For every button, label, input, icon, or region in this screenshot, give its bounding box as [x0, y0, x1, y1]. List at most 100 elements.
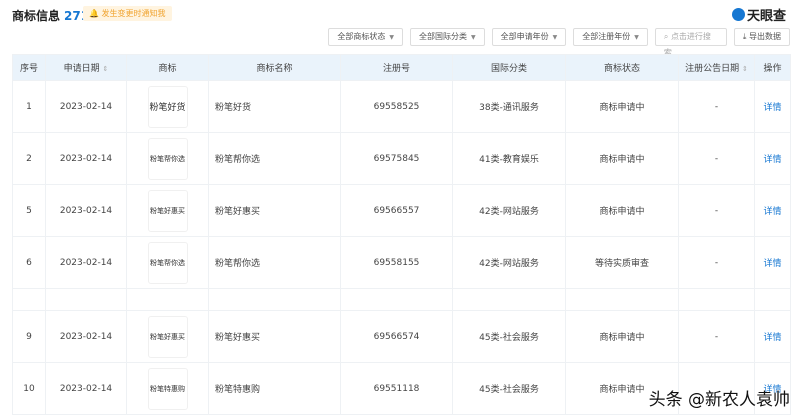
export-button[interactable]: ⤓ 导出数据: [733, 28, 790, 46]
trademark-table: 序号 申请日期 ⇕ 商标 商标名称 注册号 国际分类 商标状态 注册公告日期 ⇕…: [12, 54, 791, 415]
cell-empty: [452, 288, 566, 311]
page-title: 商标信息 271: [12, 7, 89, 24]
cell-no: 10: [12, 362, 46, 415]
cell-pub-date: -: [678, 310, 755, 363]
reg-year-label: 全部注册年份: [582, 32, 631, 41]
cell-empty: [565, 288, 679, 311]
cell-date: 2023-02-14: [45, 236, 127, 289]
cell-pub-date: -: [678, 80, 755, 133]
cell-class: 45类-社会服务: [452, 310, 566, 363]
cell-empty: [126, 288, 209, 311]
logo-icon: [731, 8, 745, 21]
status-filter-label: 全部商标状态: [337, 32, 386, 41]
cell-logo: 粉笔帮你选: [126, 132, 209, 185]
cell-pub-date: -: [678, 236, 755, 289]
status-filter-dropdown[interactable]: 全部商标状态 ▼: [328, 28, 404, 46]
cell-status: 商标申请中: [565, 80, 679, 133]
cell-action: 详情: [754, 184, 791, 237]
col-pub-date[interactable]: 注册公告日期 ⇕: [678, 54, 755, 81]
table-row: 5 2023-02-14 粉笔好惠买 粉笔好惠买 69566557 42类-网站服务 商标申…: [12, 184, 791, 237]
col-action: 操作: [754, 54, 791, 81]
cell-name: 粉笔帮你选: [208, 132, 341, 185]
cell-status: 商标申请中: [565, 184, 679, 237]
cell-date: 2023-02-14: [45, 362, 127, 415]
cell-empty: [678, 288, 755, 311]
notify-me-button[interactable]: 🔔 发生变更时通知我: [83, 6, 172, 21]
cell-action: 详情: [754, 310, 791, 363]
cell-action: 详情: [754, 236, 791, 289]
detail-link[interactable]: 详情: [763, 259, 781, 269]
cell-class: 41类-教育娱乐: [452, 132, 566, 185]
trademark-image[interactable]: 粉笔好货: [147, 85, 188, 128]
filter-bar: 全部商标状态 ▼ 全部国际分类 ▼ 全部申请年份 ▼ 全部注册年份 ▼ ⌕ 点击进行搜索…: [328, 28, 790, 57]
cell-no: 9: [12, 310, 46, 363]
caret-down-icon: ▼: [634, 34, 639, 41]
col-intl-class: 国际分类: [452, 54, 566, 81]
trademark-image[interactable]: 粉笔好惠买: [147, 315, 188, 358]
export-label: 导出数据: [749, 32, 781, 41]
table-row: 1 2023-02-14 粉笔好货 粉笔好货 69558525 38类-通讯服务 商标申请中…: [12, 80, 791, 133]
bell-icon: 🔔: [89, 9, 99, 18]
intl-class-filter-dropdown[interactable]: 全部国际分类 ▼: [410, 28, 485, 46]
cell-name: 粉笔帮你选: [208, 236, 341, 289]
cell-action: 详情: [754, 80, 791, 133]
cell-action: 详情: [754, 132, 791, 185]
notify-label: 发生变更时通知我: [101, 9, 166, 18]
watermark: 头条 @新农人袁帅: [648, 390, 790, 410]
trademark-image[interactable]: 粉笔帮你选: [147, 241, 188, 284]
table-row-partial: [12, 288, 791, 311]
intl-filter-label: 全部国际分类: [419, 32, 468, 41]
detail-link[interactable]: 详情: [763, 207, 781, 217]
cell-name: 粉笔好惠买: [208, 184, 341, 237]
cell-pub-date: -: [678, 184, 755, 237]
cell-logo: 粉笔好货: [126, 80, 209, 133]
logo-text: 天眼查: [746, 9, 786, 24]
col-reg-no: 注册号: [340, 54, 453, 81]
reg-year-filter-dropdown[interactable]: 全部注册年份 ▼: [573, 28, 648, 46]
detail-link[interactable]: 详情: [763, 103, 781, 113]
cell-date: 2023-02-14: [45, 310, 127, 363]
caret-down-icon: ▼: [552, 34, 558, 41]
cell-reg-no: 69558525: [340, 80, 453, 133]
col-status: 商标状态: [565, 54, 679, 81]
col-label: 注册公告日期: [685, 64, 740, 74]
cell-no: 5: [12, 184, 46, 237]
tianyancha-logo: 天眼查: [731, 5, 786, 24]
cell-class: 42类-网站服务: [452, 184, 566, 237]
sort-icon: ⇕: [742, 65, 748, 73]
cell-empty: [208, 288, 341, 311]
sort-icon: ⇕: [102, 65, 109, 73]
cell-logo: 粉笔特惠购: [126, 362, 209, 415]
cell-empty: [754, 288, 791, 311]
caret-down-icon: ▼: [389, 34, 395, 41]
cell-date: 2023-02-14: [45, 80, 127, 133]
trademark-image[interactable]: 粉笔好惠买: [147, 189, 188, 232]
caret-down-icon: ▼: [471, 34, 476, 41]
cell-class: 42类-网站服务: [452, 236, 566, 289]
cell-name: 粉笔好货: [208, 80, 341, 133]
cell-class: 38类-通讯服务: [452, 80, 566, 133]
cell-empty: [340, 288, 453, 311]
table-row: 2 2023-02-14 粉笔帮你选 粉笔帮你选 69575845 41类-教育娱乐 商标申…: [12, 132, 791, 185]
cell-reg-no: 69558155: [340, 236, 453, 289]
cell-logo: 粉笔帮你选: [126, 236, 209, 289]
cell-class: 45类-社会服务: [452, 362, 566, 415]
trademark-image[interactable]: 粉笔特惠购: [147, 367, 188, 410]
detail-link[interactable]: 详情: [763, 155, 781, 165]
table-row: 9 2023-02-14 粉笔好惠买 粉笔好惠买 69566574 45类-社会服务 商标申…: [12, 310, 791, 363]
cell-name: 粉笔好惠买: [208, 310, 341, 363]
cell-reg-no: 69566574: [340, 310, 453, 363]
cell-reg-no: 69566557: [340, 184, 453, 237]
cell-reg-no: 69575845: [340, 132, 453, 185]
col-apply-date[interactable]: 申请日期 ⇕: [45, 54, 127, 81]
trademark-image[interactable]: 粉笔帮你选: [147, 137, 188, 180]
apply-year-filter-dropdown[interactable]: 全部申请年份 ▼: [491, 28, 567, 46]
search-input[interactable]: ⌕ 点击进行搜索: [654, 28, 727, 57]
search-icon: ⌕: [663, 32, 669, 41]
cell-no: 1: [12, 80, 46, 133]
detail-link[interactable]: 详情: [763, 333, 781, 343]
cell-logo: 粉笔好惠买: [126, 310, 209, 363]
download-icon: ⤓: [742, 32, 747, 41]
cell-logo: 粉笔好惠买: [126, 184, 209, 237]
apply-year-label: 全部申请年份: [500, 32, 549, 41]
